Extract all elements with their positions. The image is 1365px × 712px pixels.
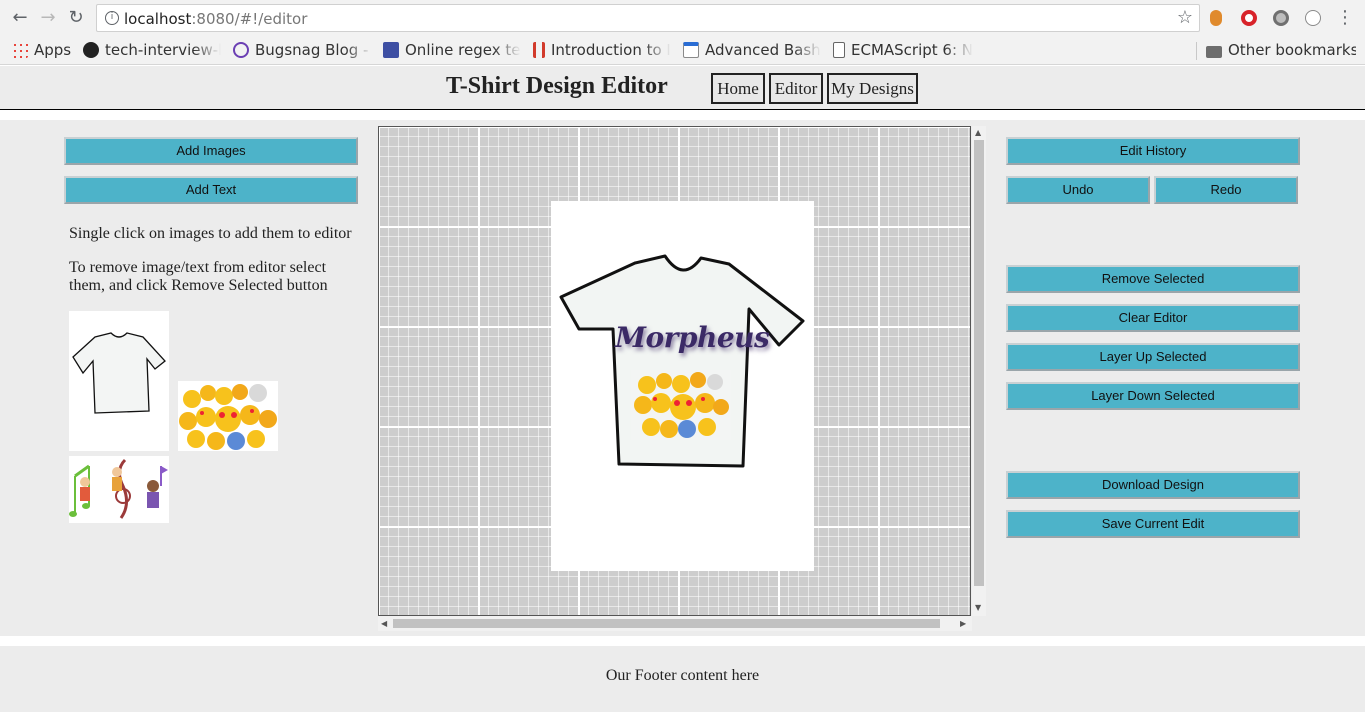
site-info-icon[interactable]: i (105, 11, 119, 25)
nav-my-designs[interactable]: My Designs (827, 73, 918, 104)
horizontal-scroll-thumb[interactable] (393, 619, 940, 628)
tshirt-outline-icon (72, 332, 166, 414)
extension-circle-icon[interactable] (1273, 10, 1289, 26)
bugsnag-icon (233, 42, 249, 58)
page-footer: Our Footer content here (0, 646, 1365, 712)
page-header: T-Shirt Design Editor Home Editor My Des… (0, 66, 1365, 110)
folder-icon (1206, 46, 1222, 58)
emoji-collage-icon (179, 384, 277, 450)
site-title: T-Shirt Design Editor (446, 73, 668, 99)
bookmark-bugsnag[interactable]: Bugsnag Blog - A (233, 41, 373, 61)
page-icon (833, 42, 845, 58)
bookmark-label: Apps (34, 41, 72, 59)
music-kids-icon (69, 458, 168, 519)
add-text-button[interactable]: Add Text (64, 176, 358, 204)
design-canvas-container: Morpheus ▲ ▼ ◀ ▶ (378, 126, 986, 631)
bookmark-introduction[interactable]: Introduction to I (533, 41, 671, 61)
nav-editor[interactable]: Editor (769, 73, 823, 104)
url-text: localhost:8080/#!/editor (124, 10, 307, 28)
tshirt-design-icon (559, 254, 805, 468)
url-path: :8080/#!/editor (191, 10, 308, 28)
layer-down-button[interactable]: Layer Down Selected (1006, 382, 1300, 410)
bookmark-apps[interactable]: Apps (12, 41, 82, 61)
address-bar[interactable]: i localhost:8080/#!/editor ☆ (96, 4, 1200, 32)
emoji-thumbnail[interactable] (178, 381, 278, 451)
bookmark-advanced-bash[interactable]: Advanced Bash-S (683, 41, 821, 61)
other-bookmarks-label: Other bookmarks (1228, 41, 1356, 59)
bookmark-label: Advanced Bash-S (705, 41, 821, 59)
scroll-up-arrow-icon[interactable]: ▲ (975, 128, 981, 137)
bookmark-label: tech-interview-h (105, 41, 221, 59)
url-host: localhost (124, 10, 192, 28)
edit-history-button[interactable]: Edit History (1006, 137, 1300, 165)
bookmarks-bar: Apps tech-interview-h Bugsnag Blog - A O… (0, 36, 1365, 65)
footer-text: Our Footer content here (605, 667, 760, 684)
bookmark-regex[interactable]: Online regex tes (383, 41, 521, 61)
design-canvas[interactable]: Morpheus (378, 126, 971, 616)
remove-selected-button[interactable]: Remove Selected (1006, 265, 1300, 293)
doc-icon (683, 42, 699, 58)
regex-icon (383, 42, 399, 58)
forward-arrow-icon[interactable]: → (38, 8, 58, 28)
github-icon (83, 42, 99, 58)
editor-main: Add Images Add Text Single click on imag… (0, 120, 1365, 636)
canvas-vertical-scrollbar[interactable]: ▲ ▼ (972, 126, 986, 616)
browser-toolbar: ← → ↻ i localhost:8080/#!/editor ☆ ⋮ (0, 0, 1365, 36)
bookmark-label: Introduction to I (551, 41, 671, 59)
undo-button[interactable]: Undo (1006, 176, 1150, 204)
design-artboard[interactable]: Morpheus (551, 201, 814, 571)
layer-up-button[interactable]: Layer Up Selected (1006, 343, 1300, 371)
extension-exclaim-icon[interactable] (1305, 10, 1321, 26)
bookmark-star-icon[interactable]: ☆ (1177, 7, 1193, 28)
hint-remove-items: To remove image/text from editor select … (69, 259, 328, 294)
music-kids-thumbnail[interactable] (69, 456, 169, 523)
intro-icon (533, 42, 545, 58)
extension-opera-icon[interactable] (1241, 10, 1257, 26)
bookmark-ecmascript[interactable]: ECMAScript 6: N (833, 41, 973, 61)
add-images-button[interactable]: Add Images (64, 137, 358, 165)
scroll-down-arrow-icon[interactable]: ▼ (975, 603, 981, 612)
canvas-horizontal-scrollbar[interactable]: ◀ ▶ (378, 616, 972, 631)
vertical-scroll-thumb[interactable] (974, 140, 984, 586)
clear-editor-button[interactable]: Clear Editor (1006, 304, 1300, 332)
browser-menu-icon[interactable]: ⋮ (1336, 7, 1354, 28)
download-design-button[interactable]: Download Design (1006, 471, 1300, 499)
reload-icon[interactable]: ↻ (66, 8, 86, 28)
design-text-morpheus[interactable]: Morpheus (615, 321, 770, 354)
redo-button[interactable]: Redo (1154, 176, 1298, 204)
bookmark-label: Online regex tes (405, 41, 521, 59)
bookmark-tech-interview[interactable]: tech-interview-h (83, 41, 221, 61)
bookmark-separator (1196, 42, 1197, 60)
apps-grid-icon (12, 42, 28, 58)
hint-add-images: Single click on images to add them to ed… (69, 225, 352, 242)
tshirt-thumbnail[interactable] (69, 311, 169, 451)
scroll-left-arrow-icon[interactable]: ◀ (381, 619, 387, 628)
nav-home[interactable]: Home (711, 73, 765, 104)
other-bookmarks[interactable]: Other bookmarks (1206, 41, 1356, 61)
save-edit-button[interactable]: Save Current Edit (1006, 510, 1300, 538)
back-arrow-icon[interactable]: ← (10, 8, 30, 28)
scroll-right-arrow-icon[interactable]: ▶ (960, 619, 966, 628)
extension-flask-icon[interactable] (1210, 10, 1222, 26)
bookmark-label: Bugsnag Blog - A (255, 41, 373, 59)
bookmark-label: ECMAScript 6: N (851, 41, 973, 59)
